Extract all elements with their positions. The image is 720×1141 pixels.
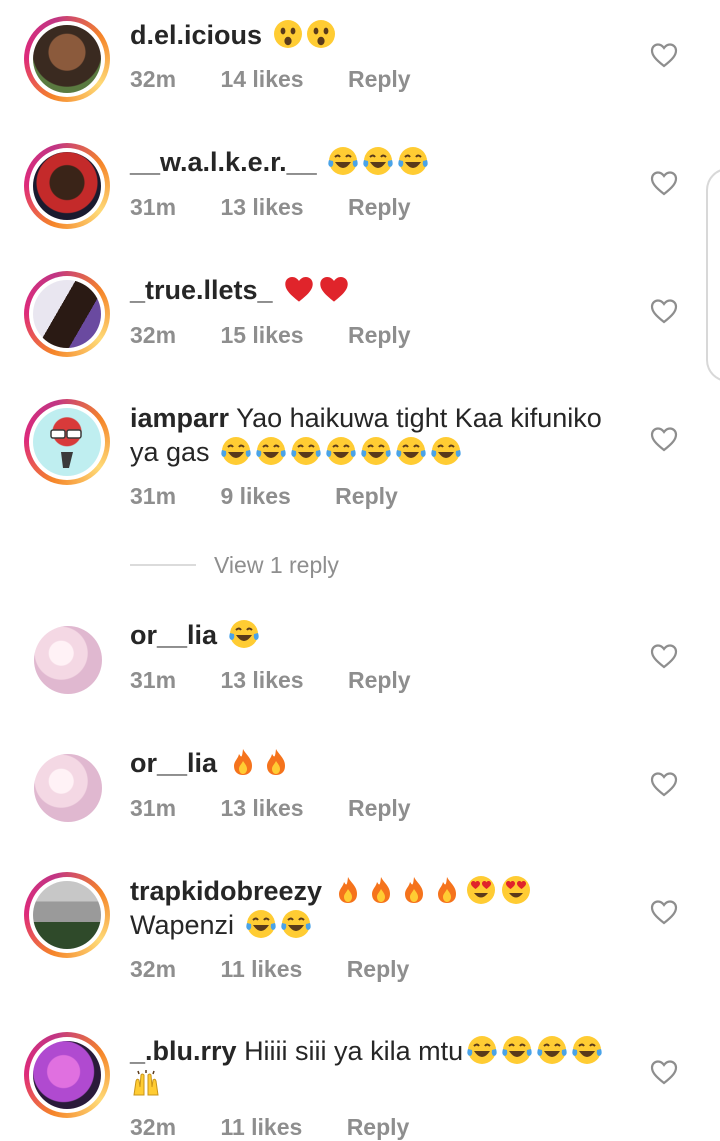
comment-time: 31m bbox=[130, 483, 177, 509]
comment-meta: 31m 13 likes Reply bbox=[130, 667, 411, 694]
comment-meta: 32m 11 likes Reply bbox=[130, 1114, 409, 1141]
avatar[interactable] bbox=[24, 143, 110, 229]
comment-meta: 31m 13 likes Reply bbox=[130, 795, 411, 822]
joy-emoji-icon bbox=[395, 436, 427, 474]
heart-outline-icon[interactable] bbox=[650, 42, 678, 68]
reply-button[interactable]: Reply bbox=[348, 322, 411, 349]
comment-username[interactable]: _true.llets_ bbox=[130, 275, 273, 305]
joy-emoji-icon bbox=[397, 146, 429, 184]
fire-emoji-icon bbox=[228, 747, 258, 785]
reply-button[interactable]: Reply bbox=[348, 795, 411, 822]
heart-outline-icon[interactable] bbox=[650, 426, 678, 452]
comment-text: or__lia bbox=[130, 618, 630, 657]
comment-username[interactable]: or__lia bbox=[130, 748, 217, 778]
fire-emoji-icon bbox=[261, 747, 291, 785]
joy-emoji-icon bbox=[362, 146, 394, 184]
joy-emoji-icon bbox=[360, 436, 392, 474]
joy-emoji-icon bbox=[280, 909, 312, 947]
comment-body: Yao haikuwa tight Kaa kifuniko bbox=[236, 403, 602, 433]
comment-meta: 32m 11 likes Reply bbox=[130, 956, 409, 983]
comment-likes[interactable]: 14 likes bbox=[220, 66, 303, 93]
reply-button[interactable]: Reply bbox=[348, 194, 411, 221]
reply-button[interactable]: Reply bbox=[348, 667, 411, 694]
edge-panel-handle[interactable] bbox=[706, 168, 720, 382]
reply-button[interactable]: Reply bbox=[347, 1114, 410, 1141]
comment-text: d.el.icious bbox=[130, 18, 630, 57]
comment-likes[interactable]: 11 likes bbox=[220, 1114, 302, 1141]
reply-button[interactable]: Reply bbox=[335, 483, 398, 510]
astonished-emoji-icon bbox=[273, 19, 303, 57]
comment-username[interactable]: or__lia bbox=[130, 620, 217, 650]
comment-text: _true.llets_ bbox=[130, 273, 630, 312]
comment-body: Hiiii siii ya kila mtu bbox=[244, 1036, 464, 1066]
comment-username[interactable]: _.blu.rry bbox=[130, 1036, 237, 1066]
comment-time: 32m bbox=[130, 322, 177, 348]
comment-username[interactable]: trapkidobreezy bbox=[130, 876, 322, 906]
view-replies-label[interactable]: View 1 reply bbox=[214, 548, 339, 582]
comment-meta: 31m 9 likes Reply bbox=[130, 483, 398, 510]
comment-body: Wapenzi bbox=[130, 910, 235, 940]
comment-time: 31m bbox=[130, 667, 177, 693]
comment-time: 31m bbox=[130, 795, 177, 821]
red-heart-icon bbox=[283, 274, 315, 312]
avatar[interactable] bbox=[24, 616, 110, 702]
heart-outline-icon[interactable] bbox=[650, 771, 678, 797]
comment-meta: 32m 14 likes Reply bbox=[130, 66, 411, 93]
comment-username[interactable]: d.el.icious bbox=[130, 20, 262, 50]
raised-hands-emoji-icon bbox=[130, 1069, 162, 1107]
comment-likes[interactable]: 15 likes bbox=[220, 322, 303, 349]
heart-outline-icon[interactable] bbox=[650, 643, 678, 669]
heart-outline-icon[interactable] bbox=[650, 899, 678, 925]
avatar[interactable] bbox=[24, 1032, 110, 1118]
avatar[interactable] bbox=[24, 271, 110, 357]
comment-time: 31m bbox=[130, 194, 177, 220]
comment-text: iamparr Yao haikuwa tight Kaa kifuniko bbox=[130, 401, 630, 435]
comment-meta: 32m 15 likes Reply bbox=[130, 322, 411, 349]
heart-outline-icon[interactable] bbox=[650, 298, 678, 324]
joy-emoji-icon bbox=[245, 909, 277, 947]
view-replies-button[interactable]: View 1 reply bbox=[130, 548, 430, 582]
comment-time: 32m bbox=[130, 1114, 177, 1140]
comment-username[interactable]: iamparr bbox=[130, 403, 229, 433]
comment-likes[interactable]: 13 likes bbox=[220, 795, 303, 822]
comment-text-continued bbox=[130, 1068, 630, 1107]
divider bbox=[130, 564, 196, 566]
heart-outline-icon[interactable] bbox=[650, 1059, 678, 1085]
comment-likes[interactable]: 13 likes bbox=[220, 667, 303, 694]
comment-likes[interactable]: 13 likes bbox=[220, 194, 303, 221]
comment-username[interactable]: __w.a.l.k.e.r.__ bbox=[130, 147, 317, 177]
comment-likes[interactable]: 9 likes bbox=[220, 483, 290, 510]
reply-button[interactable]: Reply bbox=[347, 956, 410, 983]
joy-emoji-icon bbox=[327, 146, 359, 184]
comment-meta: 31m 13 likes Reply bbox=[130, 194, 411, 221]
joy-emoji-icon bbox=[325, 436, 357, 474]
joy-emoji-icon bbox=[430, 436, 462, 474]
heart-outline-icon[interactable] bbox=[650, 170, 678, 196]
joy-emoji-icon bbox=[290, 436, 322, 474]
reply-button[interactable]: Reply bbox=[348, 66, 411, 93]
avatar[interactable] bbox=[24, 872, 110, 958]
comment-likes[interactable]: 11 likes bbox=[220, 956, 302, 983]
joy-emoji-icon bbox=[228, 619, 260, 657]
comment-text-continued: Wapenzi bbox=[130, 908, 630, 947]
avatar[interactable] bbox=[24, 399, 110, 485]
joy-emoji-icon bbox=[220, 436, 252, 474]
comment-text-continued: ya gas bbox=[130, 435, 630, 474]
comment-body: ya gas bbox=[130, 437, 210, 467]
comment-time: 32m bbox=[130, 66, 177, 92]
red-heart-icon bbox=[318, 274, 350, 312]
avatar[interactable] bbox=[24, 16, 110, 102]
comment-time: 32m bbox=[130, 956, 177, 982]
avatar[interactable] bbox=[24, 744, 110, 830]
astonished-emoji-icon bbox=[306, 19, 336, 57]
comment-text: or__lia bbox=[130, 746, 630, 785]
joy-emoji-icon bbox=[255, 436, 287, 474]
comment-text: __w.a.l.k.e.r.__ bbox=[130, 145, 630, 184]
